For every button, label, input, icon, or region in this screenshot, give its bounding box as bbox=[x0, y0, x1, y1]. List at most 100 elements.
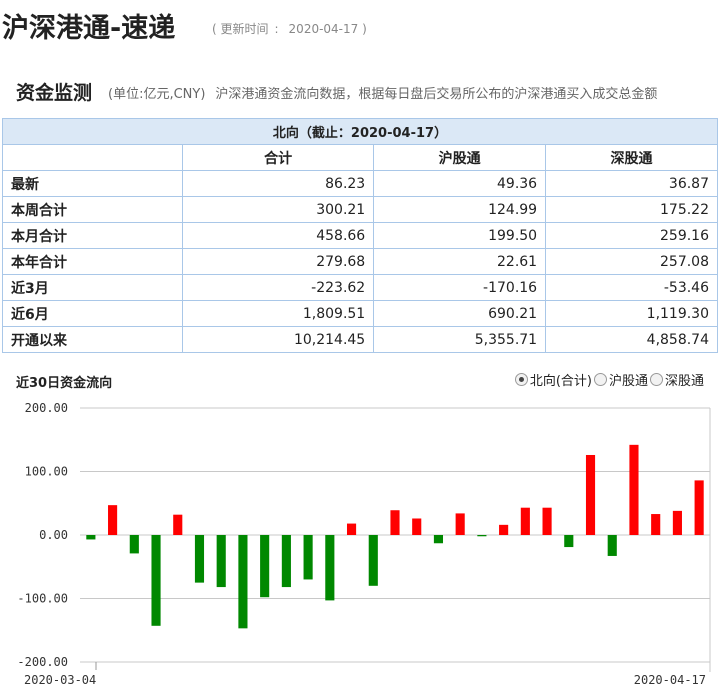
row-label: 开通以来 bbox=[2, 326, 183, 353]
cell-total: 300.21 bbox=[181, 196, 375, 223]
radio-button-icon[interactable] bbox=[593, 373, 607, 386]
bar bbox=[368, 535, 378, 586]
series-selector: 北向(合计) 沪股通 深股通 bbox=[513, 370, 704, 389]
update-time-label: ( 更新时间 bbox=[212, 22, 269, 36]
table-header-row: 合计 沪股通 深股通 bbox=[2, 144, 718, 171]
bar bbox=[412, 518, 422, 535]
cell-total: -223.62 bbox=[181, 274, 375, 301]
update-time-date: 2020-04-17 ) bbox=[288, 22, 367, 36]
fund-monitor-section: 资金监测 (单位:亿元,CNY) 沪深港通资金流向数据，根据每日盘后交易所公布的沪… bbox=[0, 74, 722, 108]
bar bbox=[694, 480, 704, 535]
bar bbox=[499, 524, 509, 535]
table-row: 开通以来 10,214.45 5,355.71 4,858.74 bbox=[2, 326, 718, 353]
table-row: 最新 86.23 49.36 36.87 bbox=[2, 170, 718, 197]
update-time: ( 更新时间:2020-04-17 ) bbox=[212, 20, 367, 37]
bar bbox=[520, 507, 530, 535]
chart-title: 近30日资金流向 bbox=[16, 376, 113, 391]
cell-sz: 257.08 bbox=[545, 248, 718, 275]
section-description-text: 沪深港通资金流向数据，根据每日盘后交易所公布的沪深港通买入成交总金额 bbox=[215, 87, 658, 102]
bar bbox=[390, 510, 400, 535]
bar bbox=[281, 535, 291, 588]
column-header-total: 合计 bbox=[181, 144, 375, 171]
cell-sh: 49.36 bbox=[373, 170, 547, 197]
radio-button-icon[interactable] bbox=[514, 373, 528, 386]
bar bbox=[108, 505, 118, 535]
radio-label: 深股通 bbox=[664, 374, 704, 389]
radio-label: 北向(合计) bbox=[529, 374, 592, 389]
bar bbox=[542, 507, 552, 535]
cell-sh: 690.21 bbox=[373, 300, 547, 327]
row-label: 近6月 bbox=[2, 300, 183, 327]
radio-sz-connect[interactable]: 深股通 bbox=[649, 370, 704, 389]
bar bbox=[194, 535, 205, 583]
bar bbox=[86, 535, 96, 540]
bar bbox=[672, 510, 682, 535]
fund-flow-chart: 200.00 100.00 0.00 -100.00 -200.00 2020-03-04… bbox=[17, 401, 711, 687]
cell-sz: -53.46 bbox=[545, 274, 718, 301]
cell-sh: 199.50 bbox=[373, 222, 547, 249]
radio-button-icon[interactable] bbox=[649, 373, 663, 386]
row-label: 近3月 bbox=[2, 274, 183, 301]
row-label: 本月合计 bbox=[2, 222, 183, 249]
northbound-flow-table: 北向（截止：2020-04-17） 合计 沪股通 深股通 最新 86.23 49… bbox=[2, 118, 718, 353]
table-row: 近6月 1,809.51 690.21 1,119.30 bbox=[2, 300, 718, 327]
x-start-label: 2020-03-04 bbox=[24, 673, 96, 687]
y-tick-label: 0.00 bbox=[39, 528, 68, 542]
table-header-blank bbox=[2, 144, 183, 171]
section-description: (单位:亿元,CNY) 沪深港通资金流向数据，根据每日盘后交易所公布的沪深港通买入… bbox=[108, 83, 657, 102]
bar bbox=[129, 535, 139, 554]
cell-sz: 36.87 bbox=[545, 170, 718, 197]
row-label: 本年合计 bbox=[2, 248, 183, 275]
section-unit: (单位:亿元,CNY) bbox=[108, 87, 206, 102]
bar bbox=[585, 454, 596, 535]
radio-label: 沪股通 bbox=[608, 374, 648, 389]
bar bbox=[651, 514, 661, 535]
table-row: 本月合计 458.66 199.50 259.16 bbox=[2, 222, 718, 249]
row-label: 最新 bbox=[2, 170, 183, 197]
fund-flow-chart-panel: 200.00 100.00 0.00 -100.00 -200.00 2020-03-04… bbox=[2, 364, 718, 692]
cell-sz: 4,858.74 bbox=[545, 326, 718, 353]
table-caption: 北向（截止：2020-04-17） bbox=[2, 118, 718, 145]
bar bbox=[260, 535, 270, 598]
cell-total: 458.66 bbox=[181, 222, 375, 249]
bar bbox=[346, 523, 357, 535]
x-end-label: 2020-04-17 bbox=[634, 673, 706, 687]
cell-total: 10,214.45 bbox=[181, 326, 375, 353]
cell-sh: 22.61 bbox=[373, 248, 547, 275]
bar bbox=[433, 535, 444, 544]
radio-sh-connect[interactable]: 沪股通 bbox=[593, 370, 648, 389]
bar bbox=[455, 513, 465, 535]
column-header-sz-connect: 深股通 bbox=[545, 144, 718, 171]
table-row: 本年合计 279.68 22.61 257.08 bbox=[2, 248, 718, 275]
update-time-separator: : bbox=[274, 22, 279, 36]
y-tick-label: 100.00 bbox=[25, 465, 68, 479]
y-tick-label: -200.00 bbox=[17, 655, 68, 669]
cell-sh: -170.16 bbox=[373, 274, 547, 301]
bar bbox=[238, 535, 248, 629]
cell-sh: 124.99 bbox=[373, 196, 547, 223]
cell-sh: 5,355.71 bbox=[373, 326, 547, 353]
radio-northbound-total[interactable]: 北向(合计) bbox=[514, 370, 592, 389]
section-title: 资金监测 bbox=[16, 82, 93, 104]
row-label: 本周合计 bbox=[2, 196, 183, 223]
bar bbox=[173, 514, 183, 535]
bar bbox=[325, 535, 335, 601]
cell-total: 86.23 bbox=[181, 170, 375, 197]
bar bbox=[477, 535, 487, 537]
bar bbox=[303, 535, 313, 580]
bar bbox=[629, 444, 639, 535]
bar bbox=[564, 535, 574, 548]
cell-total: 279.68 bbox=[181, 248, 375, 275]
cell-sz: 259.16 bbox=[545, 222, 718, 249]
table-caption-row: 北向（截止：2020-04-17） bbox=[2, 118, 718, 145]
bar bbox=[216, 535, 226, 588]
bar bbox=[151, 535, 161, 626]
y-tick-label: -100.00 bbox=[17, 592, 68, 606]
cell-total: 1,809.51 bbox=[181, 300, 375, 327]
page-header: 沪深港通-速递 ( 更新时间:2020-04-17 ) bbox=[0, 0, 722, 50]
table-row: 近3月 -223.62 -170.16 -53.46 bbox=[2, 274, 718, 301]
column-header-sh-connect: 沪股通 bbox=[373, 144, 547, 171]
cell-sz: 175.22 bbox=[545, 196, 718, 223]
y-tick-label: 200.00 bbox=[25, 401, 68, 415]
cell-sz: 1,119.30 bbox=[545, 300, 718, 327]
